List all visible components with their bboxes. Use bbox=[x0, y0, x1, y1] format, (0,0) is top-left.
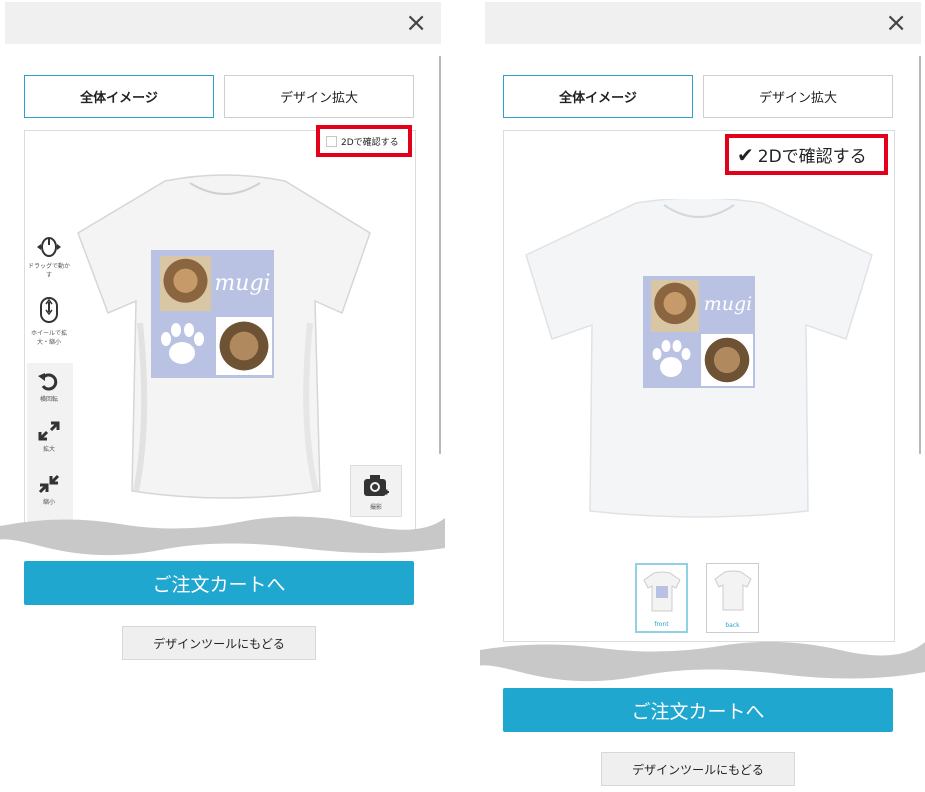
cat-photo-1 bbox=[160, 256, 211, 311]
paw-icon bbox=[652, 340, 691, 377]
cat-photo-2 bbox=[701, 334, 753, 386]
camera-button[interactable]: 撮影 bbox=[350, 465, 402, 517]
design-text: mugi bbox=[703, 293, 753, 315]
zoom-out-tool-label: 縮小 bbox=[42, 499, 55, 506]
check-2d-label: 2Dで確認する bbox=[341, 137, 399, 148]
tab-design-zoom[interactable]: デザイン拡大 bbox=[224, 75, 414, 118]
thumbnail-back[interactable]: back bbox=[706, 563, 759, 633]
print-design: mugi bbox=[151, 250, 274, 378]
rotate-tool[interactable]: 横回転 bbox=[27, 370, 71, 403]
thumbnail-front-label: front bbox=[654, 621, 669, 628]
cat-photo-2 bbox=[216, 317, 272, 375]
drag-tool-label: ドラッグで動かす bbox=[27, 263, 70, 279]
paw-icon bbox=[161, 323, 204, 364]
checkbox[interactable] bbox=[326, 135, 337, 147]
tshirt-back-thumbnail-icon bbox=[713, 570, 752, 611]
tab-full-image[interactable]: 全体イメージ bbox=[503, 75, 693, 118]
zoom-out-icon bbox=[38, 474, 60, 494]
zoom-in-icon bbox=[38, 421, 60, 441]
tab-full-image[interactable]: 全体イメージ bbox=[24, 75, 214, 118]
wheel-tool[interactable]: ホイールで拡大・縮小 bbox=[27, 296, 71, 346]
wheel-tool-label: ホイールで拡大・縮小 bbox=[30, 330, 67, 346]
camera-icon bbox=[364, 475, 389, 496]
camera-label: 撮影 bbox=[369, 504, 382, 511]
drag-tool[interactable]: ドラッグで動かす bbox=[27, 235, 71, 279]
right-panel: × 全体イメージ デザイン拡大 ✔ 2Dで確認する mugi front bac… bbox=[480, 0, 925, 792]
top-bar: × bbox=[485, 2, 921, 44]
move-drag-icon bbox=[37, 237, 61, 257]
close-icon[interactable]: × bbox=[885, 8, 907, 38]
rotate-icon bbox=[38, 373, 58, 391]
tab-design-zoom[interactable]: デザイン拡大 bbox=[703, 75, 893, 118]
mouse-wheel-icon bbox=[40, 297, 58, 323]
check-2d[interactable]: ✔ 2Dで確認する bbox=[725, 134, 888, 175]
cart-button[interactable]: ご注文カートへ bbox=[503, 688, 893, 732]
design-text: mugi bbox=[214, 270, 271, 296]
print-design: mugi bbox=[643, 276, 755, 388]
zoom-in-tool-label: 拡大 bbox=[42, 446, 55, 453]
rotate-tool-label: 横回転 bbox=[39, 396, 58, 403]
thumbnail-front[interactable]: front bbox=[635, 563, 688, 633]
scrollbar[interactable] bbox=[919, 56, 921, 454]
back-to-design-button[interactable]: デザインツールにもどる bbox=[601, 752, 795, 786]
top-bar: × bbox=[5, 2, 441, 44]
check-2d-label: 2Dで確認する bbox=[757, 147, 867, 167]
torn-divider bbox=[0, 516, 445, 556]
check-2d[interactable]: 2Dで確認する bbox=[316, 125, 412, 157]
close-icon[interactable]: × bbox=[405, 8, 427, 38]
torn-divider bbox=[480, 641, 925, 682]
tshirt-front-thumbnail-icon bbox=[642, 571, 681, 612]
zoom-in-tool[interactable]: 拡大 bbox=[27, 420, 71, 453]
zoom-out-tool[interactable]: 縮小 bbox=[27, 473, 71, 506]
thumbnail-back-label: back bbox=[725, 622, 740, 629]
checkmark-icon: ✔ bbox=[737, 142, 754, 167]
cat-photo-1 bbox=[651, 280, 699, 332]
back-to-design-button[interactable]: デザインツールにもどる bbox=[122, 626, 316, 660]
left-panel: × 全体イメージ デザイン拡大 2Dで確認する mugi ドラッグで動かす ホイ… bbox=[0, 0, 445, 792]
cart-button[interactable]: ご注文カートへ bbox=[24, 561, 414, 605]
scrollbar[interactable] bbox=[439, 56, 441, 454]
